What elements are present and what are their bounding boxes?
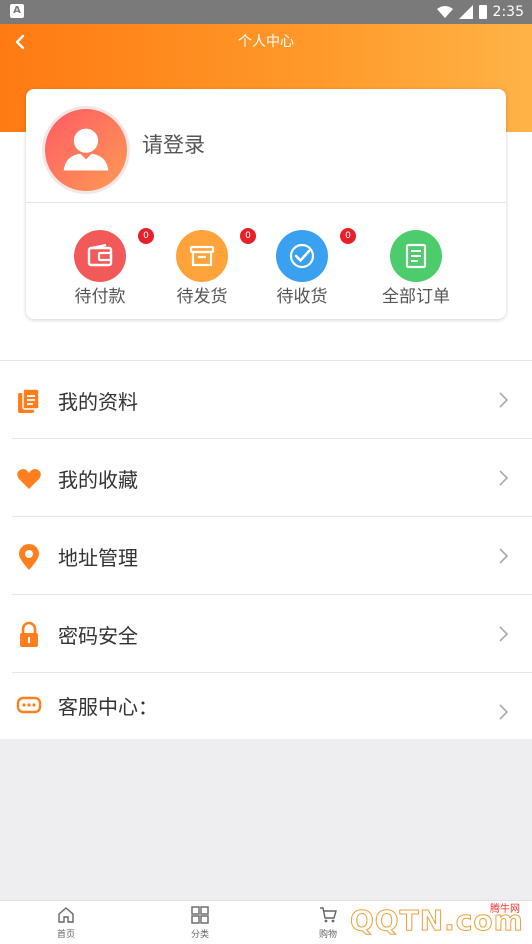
menu-item-address[interactable]: 地址管理 (12, 517, 532, 595)
login-prompt[interactable]: 请登录 (142, 129, 205, 159)
nav-bar: 个人中心 (0, 24, 532, 60)
chat-bubble-icon (16, 696, 42, 714)
order-label: 待收货 (276, 287, 328, 307)
wifi-icon (436, 6, 453, 18)
chevron-left-icon[interactable] (10, 31, 32, 53)
menu-item-favorites[interactable]: 我的收藏 (12, 439, 532, 517)
menu-label: 密码安全 (58, 624, 138, 648)
chevron-right-icon (499, 392, 509, 408)
user-silhouette-icon (63, 128, 109, 171)
signal-icon (458, 5, 473, 19)
document-icon (390, 230, 442, 282)
profile-card: 请登录 0 待付款 0 待发货 0 待收货 全部订单 (26, 89, 506, 319)
menu-item-profile[interactable]: 我的资料 (12, 361, 532, 439)
menu-item-password[interactable]: 密码安全 (12, 595, 532, 673)
lock-icon (20, 621, 38, 647)
order-all[interactable]: 全部订单 (371, 230, 461, 310)
status-right: 2:35 (436, 0, 524, 24)
status-bar: A 2:35 (0, 0, 532, 24)
profile-document-icon (18, 388, 40, 413)
order-pending-payment[interactable]: 0 待付款 (55, 228, 154, 310)
chevron-right-icon (499, 626, 509, 642)
tab-home[interactable]: 首页 (26, 903, 106, 943)
checkmark-icon: 0 (276, 228, 356, 282)
heart-icon (17, 469, 41, 489)
order-badge: 0 (340, 228, 356, 244)
chevron-right-icon (499, 548, 509, 564)
menu-list: 我的资料 我的收藏 地址管理 密码安全 客服中心： (0, 360, 532, 739)
tab-label: 首页 (56, 930, 75, 940)
watermark: QQTN.com 腾牛网 (320, 892, 532, 944)
order-pending-receipt[interactable]: 0 待收货 (257, 228, 356, 310)
watermark-brand: 腾牛网 (490, 904, 520, 915)
avatar[interactable] (42, 106, 130, 194)
home-icon (58, 907, 74, 923)
menu-label: 地址管理 (58, 546, 138, 570)
grid-icon (191, 906, 209, 924)
page-title: 个人中心 (238, 34, 294, 50)
status-time: 2:35 (492, 4, 524, 20)
wallet-icon: 0 (74, 228, 154, 282)
menu-label: 我的资料 (58, 390, 138, 414)
order-badge: 0 (240, 228, 256, 244)
tab-label: 分类 (190, 930, 209, 940)
divider (26, 202, 506, 203)
menu-item-customer-service[interactable]: 客服中心： (12, 673, 532, 739)
box-icon: 0 (176, 228, 256, 282)
order-label: 待发货 (176, 287, 228, 307)
chevron-right-icon (499, 470, 509, 486)
menu-label: 客服中心： (58, 695, 158, 719)
order-badge: 0 (138, 228, 154, 244)
order-pending-shipment[interactable]: 0 待发货 (157, 228, 256, 310)
location-pin-icon (19, 544, 39, 570)
battery-icon (478, 5, 487, 19)
android-notification-icon: A (10, 4, 24, 18)
order-label: 待付款 (74, 287, 126, 307)
chevron-right-icon (499, 704, 509, 720)
order-label: 全部订单 (382, 287, 450, 307)
tab-category[interactable]: 分类 (160, 903, 240, 943)
menu-label: 我的收藏 (58, 468, 138, 492)
